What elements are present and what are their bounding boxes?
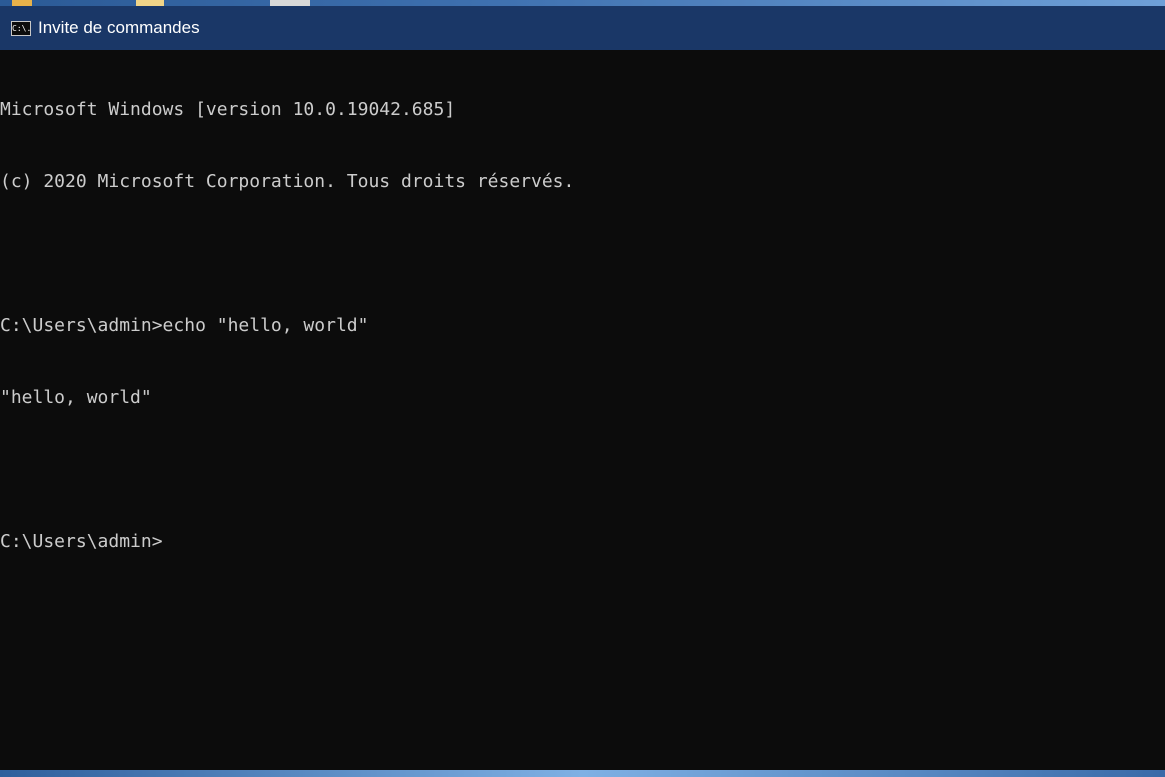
- console-line-version: Microsoft Windows [version 10.0.19042.68…: [0, 99, 456, 120]
- console-output[interactable]: Microsoft Windows [version 10.0.19042.68…: [0, 50, 1165, 770]
- console-prompt[interactable]: C:\Users\admin>: [0, 530, 1165, 554]
- command-prompt-window[interactable]: C:\. Invite de commandes Microsoft Windo…: [0, 6, 1165, 770]
- window-titlebar[interactable]: C:\. Invite de commandes: [0, 6, 1165, 50]
- console-line-command: C:\Users\admin>echo "hello, world": [0, 315, 369, 336]
- console-line-copyright: (c) 2020 Microsoft Corporation. Tous dro…: [0, 171, 575, 192]
- window-title: Invite de commandes: [38, 18, 200, 37]
- console-line-blank: [0, 242, 1165, 266]
- cmd-icon[interactable]: C:\.: [11, 20, 31, 36]
- desktop-background-bottom: [0, 770, 1165, 777]
- console-line-output: "hello, world": [0, 387, 152, 408]
- console-line-blank: [0, 458, 1165, 482]
